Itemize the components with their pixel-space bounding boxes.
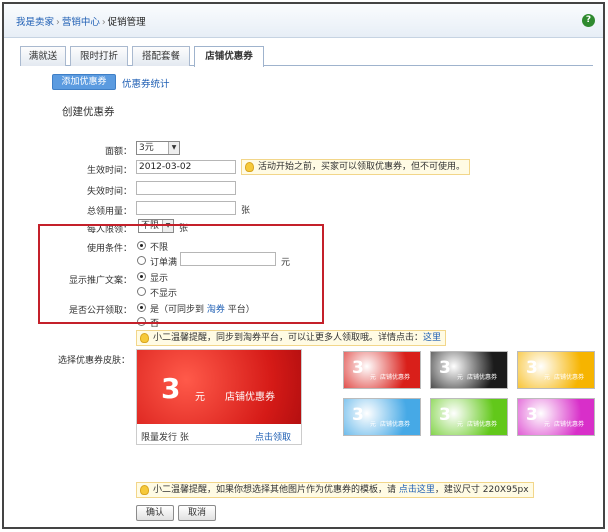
- template-tip: 小二温馨提醒，如果你想选择其他图片作为优惠券的模板，请 点击这里，建议尺寸 22…: [136, 482, 534, 498]
- start-time-label: 生效时间：: [86, 166, 132, 176]
- skin-unit: 元: [457, 421, 464, 428]
- top-bar: 我是卖家 › 营销中心 › 促销管理 ?: [4, 4, 603, 38]
- skin-name: 店铺优惠券: [380, 374, 411, 381]
- skin-unit: 元: [457, 374, 464, 381]
- breadcrumb-center-link[interactable]: 营销中心: [62, 17, 100, 28]
- skin-option[interactable]: 3 元店铺优惠券: [343, 351, 421, 389]
- skin-amount: 3: [439, 358, 451, 378]
- coupon-stats-link[interactable]: 优惠券统计: [122, 76, 170, 90]
- lightbulb-icon: [140, 485, 149, 495]
- cancel-button[interactable]: 取消: [178, 505, 216, 521]
- breadcrumb-separator: ›: [56, 17, 60, 28]
- skin-unit: 元: [544, 374, 551, 381]
- skin-option[interactable]: 3 元店铺优惠券: [517, 351, 595, 389]
- lightbulb-icon: [140, 333, 149, 343]
- skin-amount: 3: [352, 358, 364, 378]
- preview-name: 店铺优惠券: [225, 392, 275, 403]
- template-tip-prefix: 小二温馨提醒，如果你想选择其他图片作为优惠券的模板，请: [153, 485, 399, 495]
- denomination-label: 面额：: [104, 147, 132, 157]
- skin-unit: 元: [544, 421, 551, 428]
- skin-name: 店铺优惠券: [467, 374, 498, 381]
- skin-name: 店铺优惠券: [554, 374, 585, 381]
- skin-label: 选择优惠券皮肤：: [57, 356, 130, 366]
- skin-unit: 元: [370, 421, 377, 428]
- coupon-preview-card: 3 元 店铺优惠券: [137, 350, 301, 424]
- start-time-tip: 活动开始之前，买家可以领取优惠券，但不可使用。: [241, 159, 471, 175]
- start-time-tip-text: 活动开始之前，买家可以领取优惠券，但不可使用。: [258, 162, 466, 172]
- help-icon[interactable]: ?: [582, 14, 595, 27]
- breadcrumb-current: 促销管理: [107, 17, 146, 28]
- highlight-box: [38, 224, 324, 324]
- section-title: 创建优惠券: [62, 106, 115, 118]
- preview-amount: 3: [161, 372, 181, 405]
- tab-bundle[interactable]: 搭配套餐: [132, 46, 190, 66]
- breadcrumb-home-link[interactable]: 我是卖家: [16, 17, 54, 28]
- breadcrumb: 我是卖家 › 营销中心 › 促销管理: [16, 14, 146, 28]
- confirm-button[interactable]: 确认: [136, 505, 174, 521]
- tab-shop-coupon[interactable]: 店铺优惠券: [194, 46, 264, 67]
- end-time-input[interactable]: [136, 181, 236, 195]
- skin-amount: 3: [526, 358, 538, 378]
- end-time-label: 失效时间：: [86, 187, 132, 197]
- chevron-down-icon: ▼: [168, 142, 179, 154]
- template-tip-link[interactable]: 点击这里: [399, 485, 435, 495]
- total-quantity-input[interactable]: [136, 201, 236, 215]
- total-quantity-unit: 张: [241, 206, 251, 216]
- skin-option[interactable]: 3 元店铺优惠券: [517, 398, 595, 436]
- skin-option[interactable]: 3 元店铺优惠券: [430, 351, 508, 389]
- lightbulb-icon: [245, 162, 254, 172]
- sync-tip: 小二温馨提醒，同步到淘券平台，可以让更多人领取哦。详情点击：这里: [136, 330, 447, 346]
- total-quantity-label: 总领用量：: [86, 207, 132, 217]
- preview-unit: 元: [195, 392, 205, 403]
- sync-tip-link[interactable]: 这里: [423, 333, 441, 343]
- skin-unit: 元: [370, 374, 377, 381]
- skin-amount: 3: [352, 405, 364, 425]
- denomination-select[interactable]: 3元 ▼: [136, 141, 180, 155]
- skin-option[interactable]: 3 元店铺优惠券: [343, 398, 421, 436]
- skin-option[interactable]: 3 元店铺优惠券: [430, 398, 508, 436]
- skin-amount: 3: [439, 405, 451, 425]
- add-coupon-button[interactable]: 添加优惠券: [52, 74, 116, 90]
- skin-name: 店铺优惠券: [554, 421, 585, 428]
- skin-name: 店铺优惠券: [380, 421, 411, 428]
- app-window: 我是卖家 › 营销中心 › 促销管理 ? 满就送 限时打折 搭配套餐 店铺优惠券 添加优…: [2, 2, 605, 529]
- skin-amount: 3: [526, 405, 538, 425]
- template-tip-suffix: ，建议尺寸 220X95px: [434, 485, 529, 495]
- preview-claim-link[interactable]: 点击领取: [255, 430, 291, 443]
- sync-tip-text: 小二温馨提醒，同步到淘券平台，可以让更多人领取哦。详情点击：: [153, 333, 424, 343]
- start-time-input[interactable]: 2012-03-02: [136, 160, 236, 174]
- tab-full-gift[interactable]: 满就送: [20, 46, 66, 66]
- breadcrumb-separator: ›: [101, 17, 106, 28]
- coupon-preview: 3 元 店铺优惠券 限量发行 张 点击领取: [136, 349, 302, 445]
- skin-name: 店铺优惠券: [467, 421, 498, 428]
- tab-flash-discount[interactable]: 限时打折: [70, 46, 128, 66]
- tab-bar: 满就送 限时打折 搭配套餐 店铺优惠券: [20, 46, 593, 67]
- denomination-value: 3元: [139, 143, 154, 153]
- preview-footer: 限量发行 张: [141, 433, 189, 443]
